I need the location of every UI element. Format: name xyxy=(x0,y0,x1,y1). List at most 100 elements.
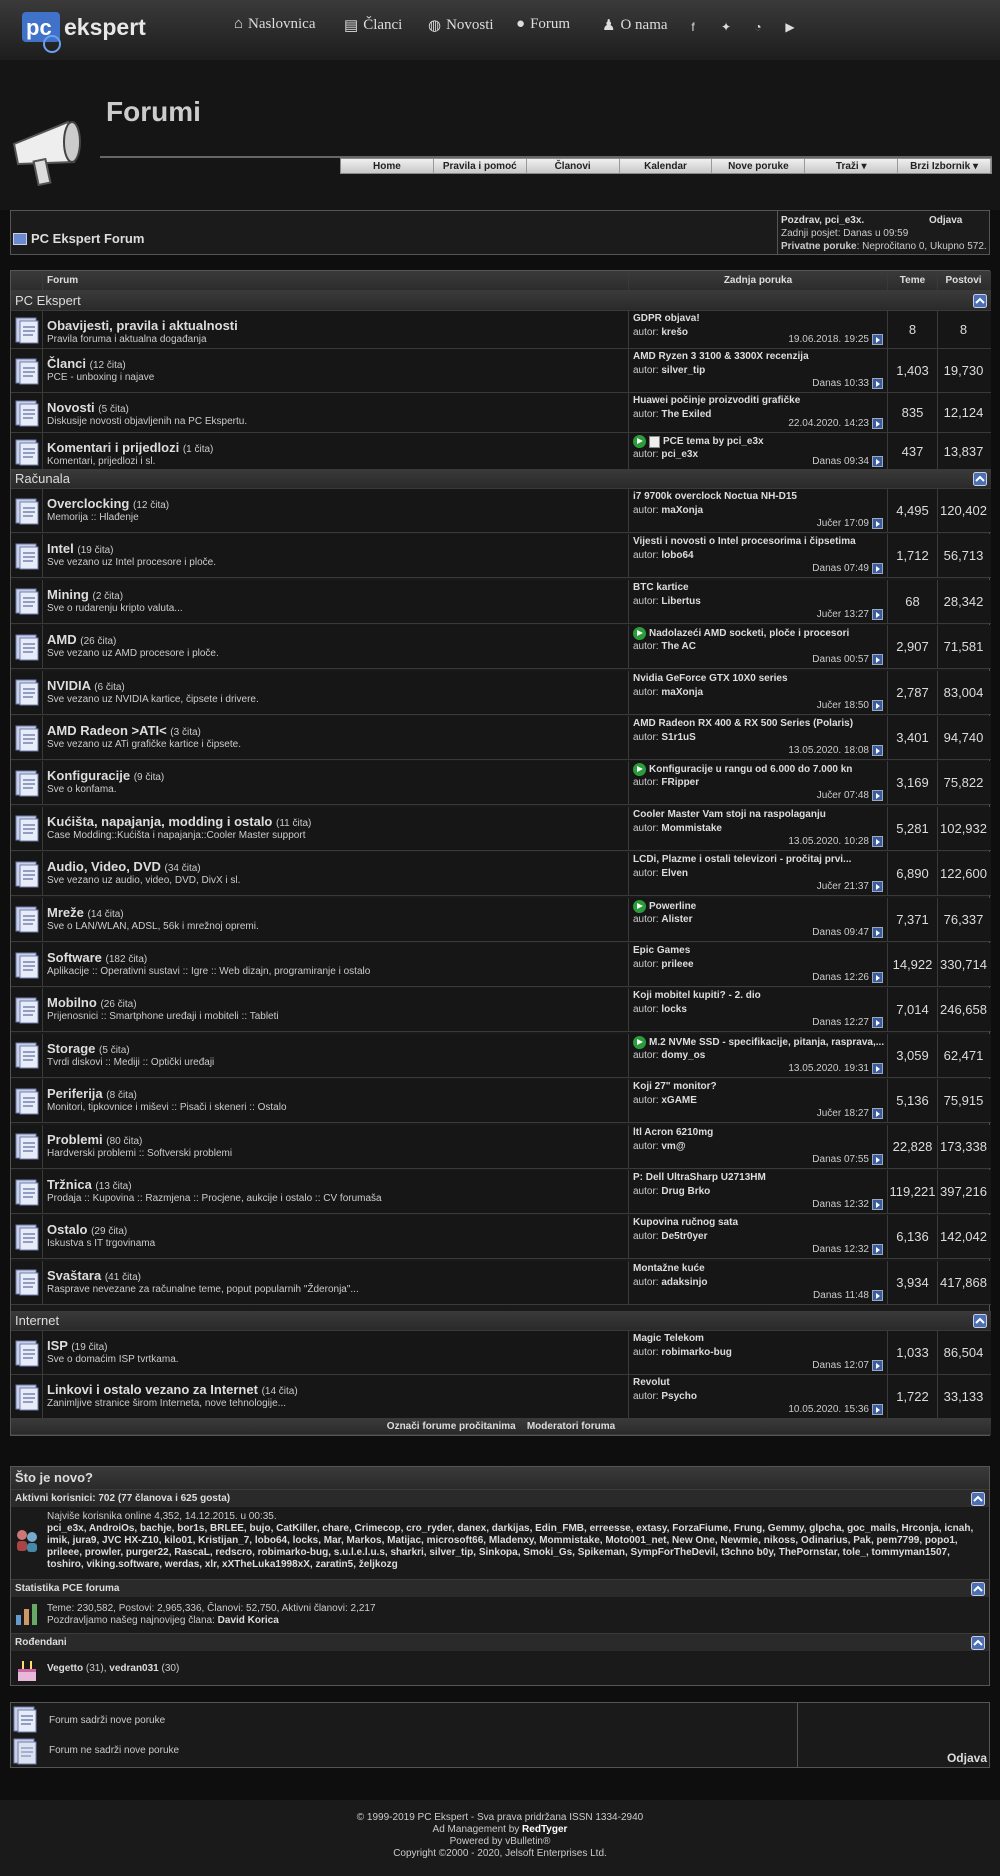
author-link[interactable]: Elven xyxy=(661,868,688,879)
go-to-last-post-icon[interactable] xyxy=(872,745,883,756)
author-link[interactable]: De5tr0yer xyxy=(661,1231,707,1242)
forum-title-link[interactable]: Svaštara (41 čita) xyxy=(47,1268,141,1283)
last-post-title-link[interactable]: Nvidia GeForce GTX 10X0 series xyxy=(633,673,788,684)
go-to-last-post-icon[interactable] xyxy=(872,563,883,575)
go-to-last-post-icon[interactable] xyxy=(872,1244,883,1256)
forum-title-link[interactable]: AMD Radeon >ATI< (3 čita) xyxy=(47,723,201,738)
go-to-last-post-icon[interactable] xyxy=(872,1404,883,1415)
author-link[interactable]: The AC xyxy=(661,641,696,652)
last-post-title-link[interactable]: Powerline xyxy=(633,899,696,913)
author-link[interactable]: krešo xyxy=(661,327,688,338)
last-post-title-link[interactable]: Konfiguracije u rangu od 6.000 do 7.000 … xyxy=(633,763,852,777)
last-post-title-link[interactable]: Huawei počinje proizvoditi grafičke xyxy=(633,395,800,406)
last-post-title-link[interactable]: Nadolazeći AMD socketi, ploče i procesor… xyxy=(633,627,849,641)
online-users-list[interactable]: pci_e3x, AndroiOs, bachje, bor1s, BRLEE,… xyxy=(47,1523,985,1571)
go-to-last-post-icon[interactable] xyxy=(872,456,883,467)
breadcrumb-title-link[interactable]: PC Ekspert Forum xyxy=(13,231,144,246)
pcekspert-logo[interactable]: pc ekspert xyxy=(22,8,182,54)
tab-new-posts[interactable]: Nove poruke xyxy=(712,159,806,173)
birthday-user-link[interactable]: Vegetto xyxy=(47,1663,83,1674)
go-to-last-post-icon[interactable] xyxy=(872,378,883,389)
last-post-title-link[interactable]: PCE tema by pci_e3x xyxy=(633,435,764,448)
author-link[interactable]: S1r1uS xyxy=(661,732,695,743)
mark-forums-read-link[interactable]: Označi forume pročitanima xyxy=(387,1421,516,1432)
forum-title-link[interactable]: Audio, Video, DVD (34 čita) xyxy=(47,859,201,874)
last-post-title-link[interactable]: P: Dell UltraSharp U2713HM xyxy=(633,1172,766,1183)
go-to-last-post-icon[interactable] xyxy=(872,1153,883,1165)
forum-title-link[interactable]: Overclocking (12 čita) xyxy=(47,496,169,511)
last-post-title-link[interactable]: Koji mobitel kupiti? - 2. dio xyxy=(633,990,761,1001)
twitter-icon[interactable]: ✦ xyxy=(719,20,733,34)
go-to-last-post-icon[interactable] xyxy=(872,881,883,893)
tab-rules[interactable]: Pravila i pomoć xyxy=(433,159,527,173)
forum-title-link[interactable]: Intel (19 čita) xyxy=(47,541,113,556)
tab-quick-menu[interactable]: Brzi Izbornik ▾ xyxy=(898,159,992,173)
tab-home[interactable]: Home xyxy=(341,159,434,173)
last-post-title-link[interactable]: GDPR objava! xyxy=(633,313,700,324)
go-to-last-post-icon[interactable] xyxy=(872,608,883,620)
logout-link[interactable]: Odjava xyxy=(947,1751,987,1765)
author-link[interactable]: xGAME xyxy=(661,1095,697,1106)
go-to-last-post-icon[interactable] xyxy=(872,1062,883,1074)
redtyger-link[interactable]: RedTyger xyxy=(522,1824,567,1835)
go-to-last-post-icon[interactable] xyxy=(872,972,883,983)
rss-icon[interactable]: ◔ xyxy=(751,20,765,34)
author-link[interactable]: Libertus xyxy=(661,596,700,607)
author-link[interactable]: Mommistake xyxy=(661,823,722,834)
go-to-last-post-icon[interactable] xyxy=(872,1108,883,1120)
go-to-last-post-icon[interactable] xyxy=(872,790,883,802)
author-link[interactable]: maXonja xyxy=(661,505,703,516)
go-to-last-post-icon[interactable] xyxy=(872,1289,883,1301)
go-to-last-post-icon[interactable] xyxy=(872,418,883,429)
forum-title-link[interactable]: Obavijesti, pravila i aktualnosti xyxy=(47,318,238,333)
last-post-title-link[interactable]: AMD Ryzen 3 3100 & 3300X recenzija xyxy=(633,351,809,362)
go-to-last-post-icon[interactable] xyxy=(872,835,883,847)
forum-title-link[interactable]: Ostalo (29 čita) xyxy=(47,1222,127,1237)
category-header[interactable]: PC Ekspert xyxy=(11,291,991,311)
forum-moderators-link[interactable]: Moderatori foruma xyxy=(527,1421,615,1432)
forum-title-link[interactable]: Novosti (5 čita) xyxy=(47,400,129,415)
last-post-title-link[interactable]: AMD Radeon RX 400 & RX 500 Series (Polar… xyxy=(633,718,853,729)
tab-calendar[interactable]: Kalendar xyxy=(619,159,713,173)
collapse-icon[interactable] xyxy=(971,1636,985,1650)
go-to-last-post-icon[interactable] xyxy=(872,699,883,711)
forum-title-link[interactable]: ISP (19 čita) xyxy=(47,1338,107,1353)
last-post-title-link[interactable]: Epic Games xyxy=(633,945,690,956)
nav-news[interactable]: ◍ Novosti xyxy=(428,16,494,35)
forum-title-link[interactable]: Tržnica (13 čita) xyxy=(47,1177,132,1192)
go-to-last-post-icon[interactable] xyxy=(872,334,883,345)
forum-title-link[interactable]: Mining (2 čita) xyxy=(47,587,123,602)
last-post-title-link[interactable]: Revolut xyxy=(633,1377,670,1388)
last-post-title-link[interactable]: ltl Acron 6210mg xyxy=(633,1127,713,1138)
nav-forum[interactable]: ● Forum xyxy=(516,16,570,33)
forum-title-link[interactable]: NVIDIA (6 čita) xyxy=(47,678,125,693)
last-post-title-link[interactable]: Vijesti i novosti o Intel procesorima i … xyxy=(633,536,856,547)
last-post-title-link[interactable]: BTC kartice xyxy=(633,582,689,593)
forum-title-link[interactable]: Konfiguracije (9 čita) xyxy=(47,768,164,783)
forum-title-link[interactable]: Periferija (8 čita) xyxy=(47,1086,137,1101)
last-post-title-link[interactable]: i7 9700k overclock Noctua NH-D15 xyxy=(633,491,797,502)
nav-home[interactable]: ⌂ Naslovnica xyxy=(234,16,316,33)
forum-title-link[interactable]: Software (182 čita) xyxy=(47,950,147,965)
author-link[interactable]: locks xyxy=(661,1004,687,1015)
collapse-icon[interactable] xyxy=(973,472,987,486)
author-link[interactable]: The Exiled xyxy=(661,409,711,420)
author-link[interactable]: Psycho xyxy=(661,1391,697,1402)
newest-member-link[interactable]: David Korica xyxy=(218,1615,279,1626)
author-link[interactable]: prileee xyxy=(661,959,693,970)
forum-title-link[interactable]: Linkovi i ostalo vezano za Internet (14 … xyxy=(47,1382,298,1397)
author-link[interactable]: robimarko-bug xyxy=(661,1347,732,1358)
forum-title-link[interactable]: AMD (26 čita) xyxy=(47,632,116,647)
go-to-last-post-icon[interactable] xyxy=(872,518,883,529)
author-link[interactable]: Alister xyxy=(661,914,692,925)
go-to-last-post-icon[interactable] xyxy=(872,1199,883,1210)
birthday-user-link[interactable]: vedran031 xyxy=(109,1663,158,1674)
author-link[interactable]: Drug Brko xyxy=(661,1186,710,1197)
private-messages[interactable]: Privatne poruke: Nepročitano 0, Ukupno 5… xyxy=(781,241,987,252)
go-to-last-post-icon[interactable] xyxy=(872,1017,883,1029)
author-link[interactable]: lobo64 xyxy=(661,550,693,561)
forum-title-link[interactable]: Komentari i prijedlozi (1 čita) xyxy=(47,440,213,455)
author-link[interactable]: silver_tip xyxy=(661,365,705,376)
category-header[interactable]: Računala xyxy=(11,469,991,489)
nav-articles[interactable]: ▤ Članci xyxy=(344,16,402,35)
